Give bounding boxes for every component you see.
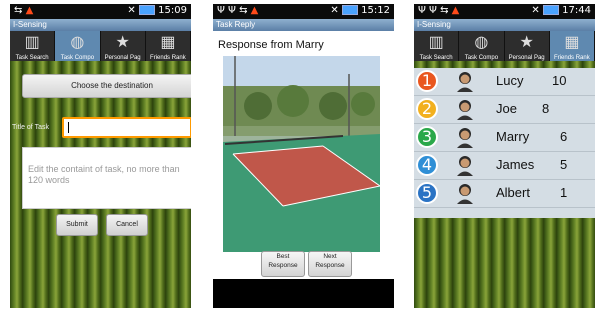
rank-badge: 5 <box>416 182 438 204</box>
rank-badge: 3 <box>416 126 438 148</box>
notification-icons: Ψ Ψ ⇆ ▲ <box>418 5 460 16</box>
rank-row[interactable]: 2 Joe 8 <box>414 96 595 124</box>
friend-name: Marry <box>496 129 530 144</box>
friend-name: Lucy <box>496 73 524 88</box>
button-line: Next <box>323 253 337 260</box>
choose-destination-button[interactable]: Choose the destination <box>22 74 191 98</box>
battery-icon <box>138 5 155 15</box>
friends-rank-list: 1 Lucy 10 2 Joe 8 3 Marry 6 4 James 5 5 … <box>414 68 595 218</box>
cancel-button[interactable]: Cancel <box>106 214 148 236</box>
warning-icon: ▲ <box>250 5 259 16</box>
tab-task-compose[interactable]: ◍ Task Compo <box>459 31 505 61</box>
app-title: I-Sensing <box>414 19 595 31</box>
tab-task-compose[interactable]: ◍ Task Compo <box>55 31 101 61</box>
tab-personal-page[interactable]: ★ Personal Pag <box>505 31 550 61</box>
status-bar: Ψ Ψ ⇆ ▲ ✕ 15:12 <box>213 4 394 19</box>
rank-row[interactable]: 4 James 5 <box>414 152 595 180</box>
phone-task-compose: ⇆ ▲ ✕ 15:09 I-Sensing ▥ Task Search ◍ Ta… <box>10 4 191 308</box>
star-icon: ★ <box>519 34 534 51</box>
warning-icon: ▲ <box>25 5 34 16</box>
ranking-icon: ▦ <box>564 34 580 51</box>
star-icon: ★ <box>115 34 130 51</box>
button-line: Best <box>276 253 290 260</box>
tab-bar: ▥ Task Search ◍ Task Compo ★ Personal Pa… <box>414 31 595 61</box>
tennis-court-photo <box>223 56 380 252</box>
phone-friends-rank: Ψ Ψ ⇆ ▲ ✕ 17:44 I-Sensing ▥ Task Search … <box>414 4 595 308</box>
friend-name: Joe <box>496 101 517 116</box>
friend-score: 1 <box>560 185 568 200</box>
friend-score: 10 <box>552 73 567 88</box>
notification-icons: ⇆ ▲ <box>14 5 34 16</box>
friend-name: Albert <box>496 185 530 200</box>
notification-icons: Ψ Ψ ⇆ ▲ <box>217 5 259 16</box>
status-bar: Ψ Ψ ⇆ ▲ ✕ 17:44 <box>414 4 595 19</box>
friend-score: 6 <box>560 129 568 144</box>
status-time: 17:44 <box>562 5 591 16</box>
signal-icon: ✕ <box>531 5 540 16</box>
button-line: Response <box>315 262 345 269</box>
avatar <box>457 100 473 120</box>
warning-icon: ▲ <box>451 5 460 16</box>
app-title: I-Sensing <box>10 19 191 31</box>
title-label: Title of Task <box>12 124 49 131</box>
status-time: 15:12 <box>361 5 390 16</box>
rank-badge: 2 <box>416 98 438 120</box>
task-title-input[interactable] <box>62 117 191 138</box>
tab-friends-rank[interactable]: ▦ Friends Rank <box>549 31 595 61</box>
avatar <box>457 156 473 176</box>
rank-badge: 4 <box>416 154 438 176</box>
friend-score: 5 <box>560 157 568 172</box>
tab-bar: ▥ Task Search ◍ Task Compo ★ Personal Pa… <box>10 31 191 61</box>
ranking-icon: ▦ <box>160 34 176 51</box>
status-right: ✕ 17:44 <box>531 5 591 16</box>
avatar <box>457 184 473 204</box>
phone-task-reply: Ψ Ψ ⇆ ▲ ✕ 15:12 Task Reply Response from… <box>213 4 394 308</box>
battery-icon <box>542 5 559 15</box>
best-response-button[interactable]: Best Response <box>261 251 305 277</box>
button-line: Response <box>268 262 298 269</box>
tab-friends-rank[interactable]: ▦ Friends Rank <box>146 31 191 61</box>
building-icon: ▥ <box>24 34 40 51</box>
tab-personal-page[interactable]: ★ Personal Pag <box>101 31 146 61</box>
tennis-icon: ◍ <box>70 34 85 51</box>
rank-row[interactable]: 5 Albert 1 <box>414 180 595 208</box>
status-right: ✕ 15:12 <box>330 5 390 16</box>
rank-row[interactable]: 3 Marry 6 <box>414 124 595 152</box>
tennis-icon: ◍ <box>474 34 489 51</box>
status-time: 15:09 <box>158 5 187 16</box>
rank-row[interactable]: 1 Lucy 10 <box>414 68 595 96</box>
signal-icon: ✕ <box>330 5 339 16</box>
building-icon: ▥ <box>428 34 444 51</box>
avatar <box>457 72 473 92</box>
task-content-input[interactable]: Edit the containt of task, no more than … <box>22 147 191 209</box>
signal-icon: ✕ <box>127 5 136 16</box>
friend-score: 8 <box>542 101 550 116</box>
battery-icon <box>341 5 358 15</box>
text-caret <box>68 122 69 133</box>
app-title: Task Reply <box>213 19 394 31</box>
avatar <box>457 128 473 148</box>
response-title: Response from Marry <box>218 39 324 51</box>
status-right: ✕ 15:09 <box>127 5 187 16</box>
status-bar: ⇆ ▲ ✕ 15:09 <box>10 4 191 19</box>
rank-badge: 1 <box>416 70 438 92</box>
tab-task-search[interactable]: ▥ Task Search <box>414 31 460 61</box>
submit-button[interactable]: Submit <box>56 214 98 236</box>
friend-name: James <box>496 157 535 172</box>
next-response-button[interactable]: Next Response <box>308 251 352 277</box>
tab-task-search[interactable]: ▥ Task Search <box>10 31 56 61</box>
